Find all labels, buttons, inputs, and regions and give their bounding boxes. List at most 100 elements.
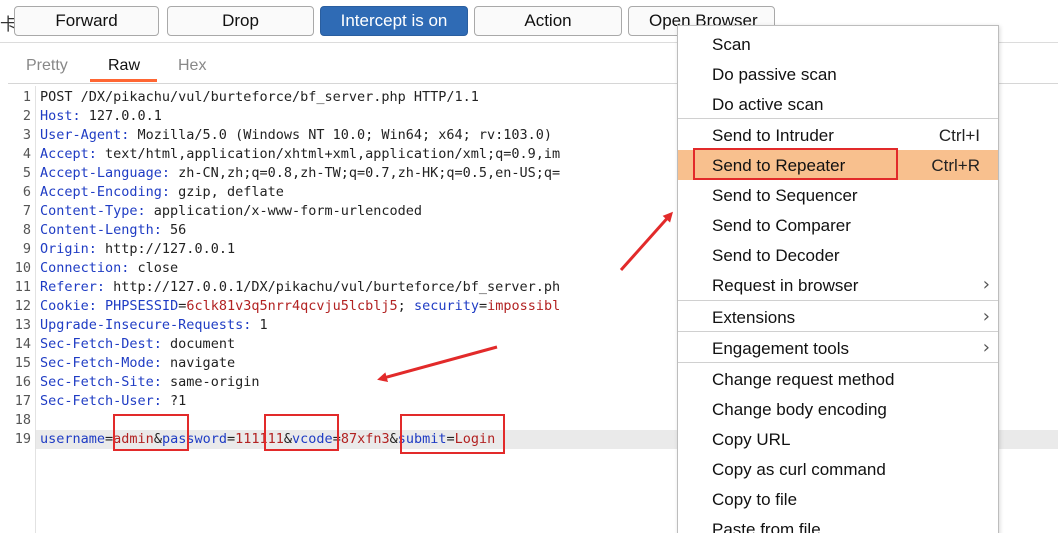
header-value: gzip, deflate	[170, 184, 284, 200]
line-content: Sec-Fetch-User: ?1	[40, 392, 186, 411]
line-number: 2	[22, 108, 31, 124]
drop-button[interactable]: Drop	[167, 6, 314, 36]
header-value: Mozilla/5.0 (Windows NT 10.0; Win64; x64…	[129, 127, 553, 143]
header-value: document	[161, 336, 236, 352]
line-content: Upgrade-Insecure-Requests: 1	[40, 316, 268, 335]
header-name: Accept-Encoding:	[40, 184, 171, 200]
menu-item-do-passive-scan[interactable]: Do passive scan	[678, 59, 998, 89]
menu-item-paste-from-file[interactable]: Paste from file	[678, 514, 998, 533]
line-content: Sec-Fetch-Site: same-origin	[40, 373, 259, 392]
menu-item-label: Request in browser	[712, 276, 859, 295]
menu-item-scan[interactable]: Scan	[678, 29, 998, 59]
header-value: navigate	[161, 355, 236, 371]
line-number: 3	[22, 127, 31, 143]
line-content: Referer: http://127.0.0.1/DX/pikachu/vul…	[40, 278, 560, 297]
menu-item-label: Send to Comparer	[712, 216, 851, 235]
line-number: 7	[22, 203, 31, 219]
menu-separator	[678, 300, 998, 301]
line-content: Content-Length: 56	[40, 221, 186, 240]
menu-item-label: Send to Decoder	[712, 246, 840, 265]
header-value: application/x-www-form-urlencoded	[145, 203, 423, 219]
cookie-name: PHPSESSID	[105, 298, 179, 314]
cookie-separator: ;	[397, 298, 414, 314]
cookie-name: security	[413, 298, 479, 314]
line-content: Host: 127.0.0.1	[40, 107, 162, 126]
header-name: Sec-Fetch-Mode:	[40, 355, 162, 371]
line-number: 17	[14, 393, 31, 409]
header-value: http://127.0.0.1/DX/pikachu/vul/burtefor…	[105, 279, 561, 295]
line-content: Content-Type: application/x-www-form-url…	[40, 202, 422, 221]
menu-separator	[678, 331, 998, 332]
menu-item-send-to-sequencer[interactable]: Send to Sequencer	[678, 180, 998, 210]
header-name: Upgrade-Insecure-Requests:	[40, 317, 252, 333]
header-value: ?1	[161, 393, 187, 409]
line-content: Cookie: PHPSESSID = 6clk81v3q5nrr4qcvju5lc…	[40, 297, 560, 316]
cookie-value: impossibl	[487, 298, 561, 314]
line-number: 12	[14, 298, 31, 314]
header-value: 1	[251, 317, 268, 333]
line-number: 18	[14, 412, 31, 428]
line-content: Origin: http://127.0.0.1	[40, 240, 235, 259]
menu-item-label: Send to Sequencer	[712, 186, 858, 205]
menu-item-label: Change request method	[712, 370, 895, 389]
header-name: Connection:	[40, 260, 130, 276]
line-content: POST /DX/pikachu/vul/burteforce/bf_serve…	[40, 88, 479, 107]
header-value: http://127.0.0.1	[96, 241, 236, 257]
menu-item-label: Do passive scan	[712, 65, 837, 84]
param-name: username	[40, 431, 106, 447]
menu-item-send-to-intruder[interactable]: Send to Intruder Ctrl+I	[678, 120, 998, 150]
header-name: Cookie:	[40, 298, 97, 314]
menu-item-send-to-decoder[interactable]: Send to Decoder	[678, 240, 998, 270]
equals: =	[105, 431, 114, 447]
active-tab-indicator	[90, 79, 157, 82]
param-value: 87xfn3	[340, 431, 390, 447]
menu-item-copy-as-curl-command[interactable]: Copy as curl command	[678, 454, 998, 484]
forward-button[interactable]: Forward	[14, 6, 159, 36]
header-name: Sec-Fetch-User:	[40, 393, 162, 409]
line-number: 1	[22, 89, 31, 105]
tab-hex[interactable]: Hex	[178, 57, 206, 75]
burp-proxy-intercept-screen: 卡 Forward Drop Intercept is on Action Op…	[0, 0, 1058, 533]
chevron-right-icon: ›	[982, 274, 990, 295]
tab-raw[interactable]: Raw	[108, 57, 140, 75]
line-content: User-Agent: Mozilla/5.0 (Windows NT 10.0…	[40, 126, 552, 145]
cookie-value: 6clk81v3q5nrr4qcvju5lcblj5	[186, 298, 398, 314]
menu-item-label: Scan	[712, 35, 751, 54]
menu-item-send-to-comparer[interactable]: Send to Comparer	[678, 210, 998, 240]
menu-item-engagement-tools[interactable]: Engagement tools ›	[678, 333, 998, 363]
menu-item-change-body-encoding[interactable]: Change body encoding	[678, 394, 998, 424]
line-number: 15	[14, 355, 31, 371]
line-number: 19	[14, 431, 31, 447]
menu-item-label: Copy URL	[712, 430, 791, 449]
highlight-box-vcode	[400, 414, 505, 454]
menu-item-copy-to-file[interactable]: Copy to file	[678, 484, 998, 514]
menu-item-label: Paste from file	[712, 520, 821, 533]
line-content: Accept-Language: zh-CN,zh;q=0.8,zh-TW;q=…	[40, 164, 560, 183]
header-value: same-origin	[161, 374, 260, 390]
header-value: close	[129, 260, 179, 276]
menu-item-label: Extensions	[712, 308, 796, 327]
line-number: 4	[22, 146, 31, 162]
menu-separator	[678, 362, 998, 363]
header-name: Origin:	[40, 241, 97, 257]
param-separator: &	[389, 431, 398, 447]
menu-item-label: Send to Intruder	[712, 126, 834, 145]
line-number: 8	[22, 222, 31, 238]
menu-item-request-in-browser[interactable]: Request in browser ›	[678, 270, 998, 300]
menu-item-copy-url[interactable]: Copy URL	[678, 424, 998, 454]
header-name: Content-Length:	[40, 222, 162, 238]
menu-item-label: Copy to file	[712, 490, 798, 509]
menu-item-label: Copy as curl command	[712, 460, 886, 479]
header-name: User-Agent:	[40, 127, 130, 143]
action-button[interactable]: Action	[474, 6, 622, 36]
menu-item-do-active-scan[interactable]: Do active scan	[678, 89, 998, 119]
menu-item-change-request-method[interactable]: Change request method	[678, 364, 998, 394]
header-name: Sec-Fetch-Dest:	[40, 336, 162, 352]
menu-item-extensions[interactable]: Extensions ›	[678, 302, 998, 332]
tab-pretty[interactable]: Pretty	[26, 57, 68, 75]
line-number: 6	[22, 184, 31, 200]
line-number: 13	[14, 317, 31, 333]
intercept-toggle-button[interactable]: Intercept is on	[320, 6, 468, 36]
line-number: 9	[22, 241, 31, 257]
